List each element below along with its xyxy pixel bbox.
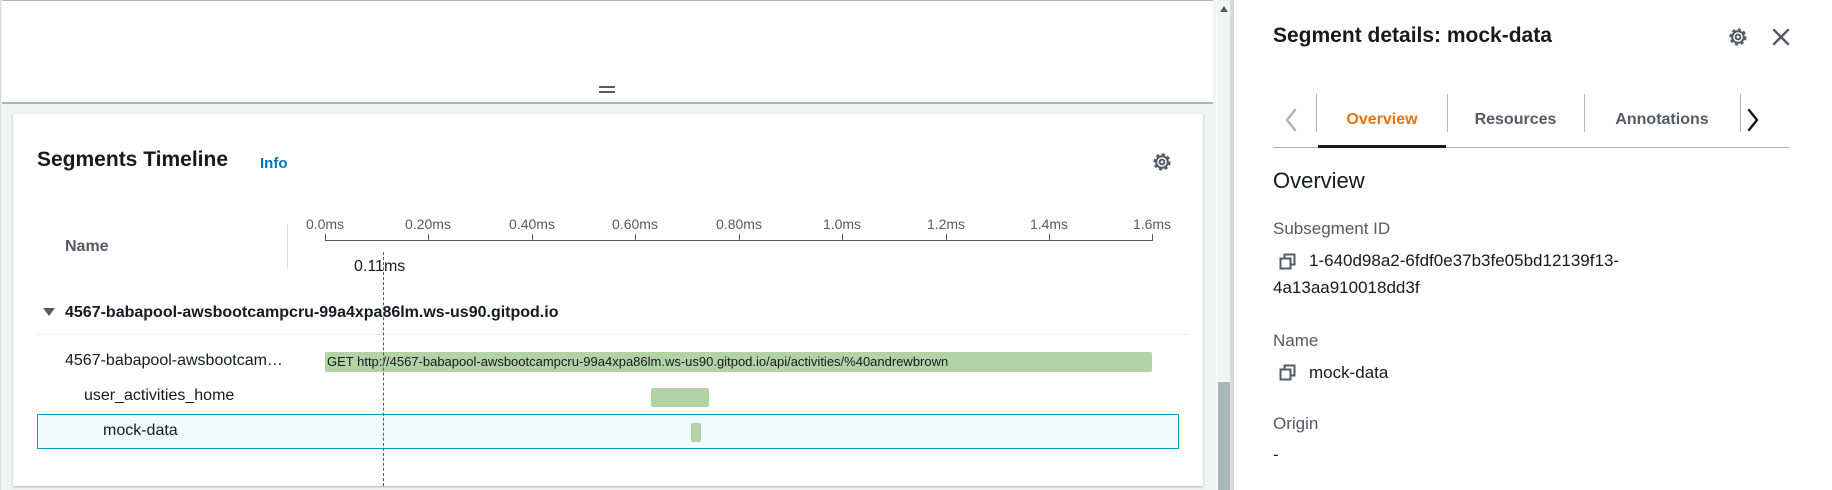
row-divider — [37, 334, 1189, 335]
axis-tick-label: 1.0ms — [822, 216, 862, 232]
segment-details-panel: Segment details: mock-data Overview Reso… — [1234, 0, 1832, 490]
timeline-title: Segments Timeline — [37, 148, 229, 171]
origin-value: - — [1273, 445, 1279, 464]
close-icon[interactable] — [1769, 25, 1793, 49]
gear-icon[interactable] — [1150, 150, 1174, 174]
axis-tick — [635, 234, 636, 241]
axis-tick-label: 0.60ms — [612, 216, 658, 232]
origin-label: Origin — [1273, 414, 1319, 433]
name-column-header: Name — [65, 238, 109, 255]
axis-tick — [325, 234, 326, 241]
axis-tick-label: 1.6ms — [1132, 216, 1172, 232]
caret-down-icon[interactable] — [43, 308, 55, 316]
name-label: Name — [1273, 331, 1319, 350]
column-divider[interactable] — [287, 224, 288, 268]
segment-bar[interactable]: GET http://4567-babapool-awsbootcampcru-… — [325, 352, 1152, 372]
tab-overview[interactable]: Overview — [1318, 92, 1446, 148]
copy-icon[interactable] — [1279, 364, 1297, 382]
subsegment-id-value-continued: 4a13aa910018dd3f — [1273, 278, 1420, 297]
axis-tick-label: 0.40ms — [509, 216, 555, 232]
vertical-scrollbar[interactable] — [1217, 0, 1231, 490]
subsegment-id-value: 1-640d98a2-6fdf0e37b3fe05bd12139f13- — [1309, 247, 1619, 274]
name-value: mock-data — [1309, 363, 1389, 382]
selected-row-highlight[interactable] — [37, 414, 1179, 449]
axis-tick — [428, 234, 429, 241]
copy-icon[interactable] — [1279, 253, 1297, 271]
axis-tick — [739, 234, 740, 241]
axis-tick — [1152, 234, 1153, 241]
subsegment-id-label: Subsegment ID — [1273, 219, 1391, 238]
chevron-left-icon[interactable] — [1279, 100, 1303, 140]
axis-tick-label: 1.4ms — [1029, 216, 1069, 232]
segment-group-label: 4567-babapool-awsbootcampcru-99a4xpa86lm… — [65, 304, 559, 321]
tab-resources[interactable]: Resources — [1448, 92, 1583, 148]
axis-tick-label: 0.80ms — [716, 216, 762, 232]
segment-row-label[interactable]: mock-data — [103, 422, 178, 440]
axis-tick-label: 1.2ms — [926, 216, 966, 232]
trace-main-area: Segments Timeline Info Name 0.0ms 0.20ms… — [0, 0, 1231, 490]
scroll-up-icon[interactable] — [1220, 6, 1228, 12]
time-cursor-line — [383, 252, 384, 486]
subsegment-id-line: 1-640d98a2-6fdf0e37b3fe05bd12139f13- — [1309, 251, 1620, 270]
segment-row-label[interactable]: user_activities_home — [84, 387, 234, 405]
segment-group-row[interactable]: 4567-babapool-awsbootcampcru-99a4xpa86lm… — [43, 304, 558, 322]
segment-bar[interactable] — [651, 388, 709, 407]
chevron-right-icon[interactable] — [1741, 100, 1765, 140]
segment-row-label[interactable]: 4567-babapool-awsbootcampcru-99a4xpa86lm… — [65, 352, 291, 370]
gear-icon[interactable] — [1726, 25, 1750, 49]
segments-timeline-card: Segments Timeline Info Name 0.0ms 0.20ms… — [13, 114, 1203, 486]
panel-title: Segment details: mock-data — [1273, 24, 1552, 47]
axis-tick — [842, 234, 843, 241]
segment-bar[interactable] — [691, 423, 701, 442]
tab-annotations[interactable]: Annotations — [1585, 92, 1739, 148]
axis-tick — [1049, 234, 1050, 241]
axis-tick-label: 0.0ms — [305, 216, 345, 232]
cursor-time-label: 0.11ms — [354, 258, 406, 275]
section-heading: Overview — [1273, 168, 1365, 193]
axis-tick — [532, 234, 533, 241]
details-tabs: Overview Resources Annotations — [1273, 92, 1789, 148]
info-link[interactable]: Info — [260, 155, 288, 172]
resize-handle-icon[interactable] — [599, 85, 617, 95]
axis-tick-label: 0.20ms — [405, 216, 451, 232]
trace-map-pane — [2, 0, 1213, 104]
scrollbar-thumb[interactable] — [1218, 382, 1230, 490]
tab-divider — [1316, 94, 1317, 132]
axis-tick — [946, 234, 947, 241]
